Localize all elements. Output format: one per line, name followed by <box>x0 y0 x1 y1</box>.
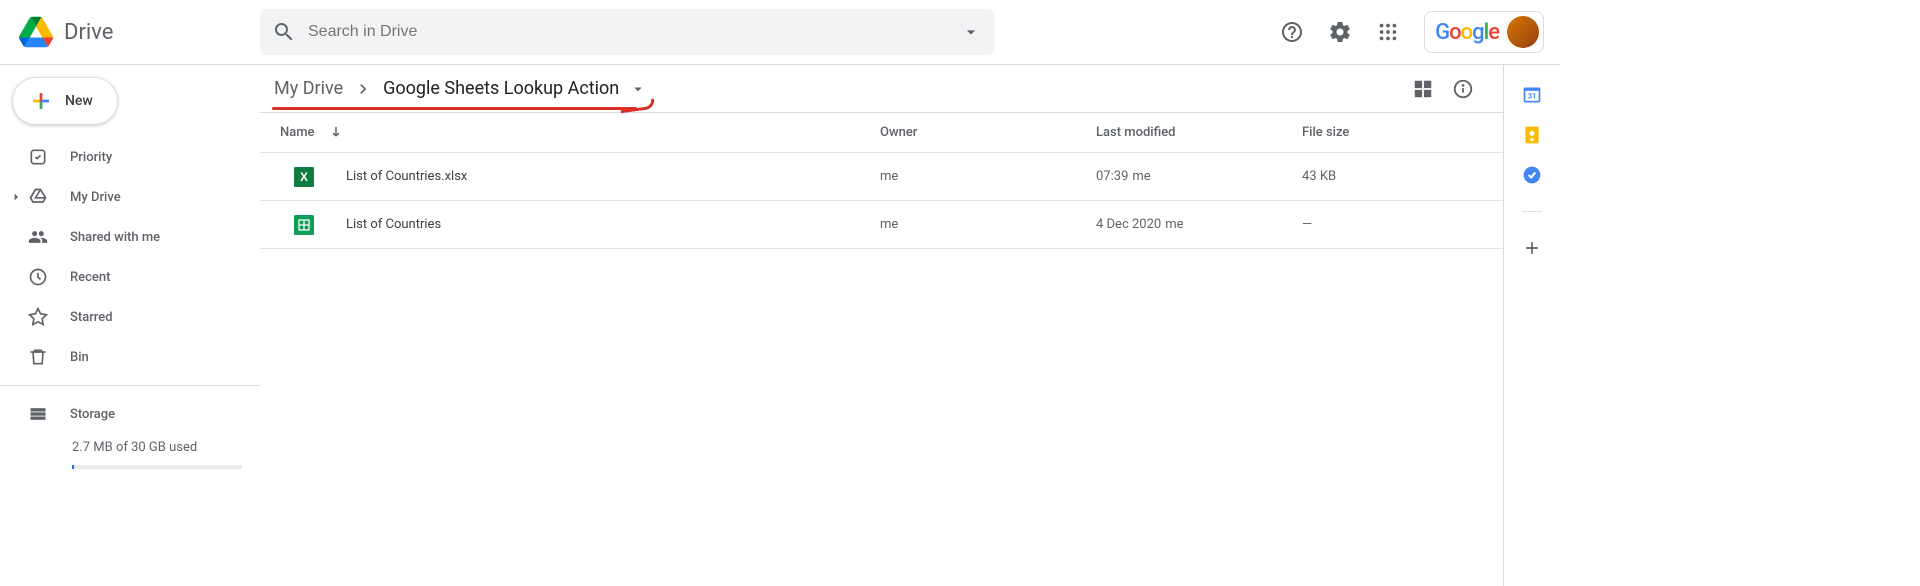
column-header-name[interactable]: Name <box>280 124 880 142</box>
file-modified: 4 Dec 2020me <box>1096 217 1302 232</box>
column-header-size[interactable]: File size <box>1302 125 1483 140</box>
table-row[interactable]: X List of Countries.xlsx me 07:39me 43 K… <box>260 153 1503 201</box>
new-button[interactable]: New <box>12 77 118 125</box>
storage-icon <box>26 402 50 426</box>
keep-icon[interactable] <box>1522 125 1542 145</box>
file-owner: me <box>880 169 1096 184</box>
excel-file-icon: X <box>294 167 314 187</box>
main-content: My Drive Google Sheets Lookup Action <box>260 65 1504 586</box>
sidebar-item-storage[interactable]: Storage <box>0 394 260 434</box>
settings-icon[interactable] <box>1320 12 1360 52</box>
chevron-right-icon <box>353 79 373 99</box>
sidebar-item-priority[interactable]: Priority <box>0 137 260 177</box>
annotation-underline <box>272 107 637 110</box>
info-icon[interactable] <box>1443 69 1483 109</box>
sidebar-item-label: Storage <box>70 407 115 422</box>
column-header-modified[interactable]: Last modified <box>1096 125 1302 140</box>
google-account-switcher[interactable]: Google <box>1424 11 1544 53</box>
sidebar-item-recent[interactable]: Recent <box>0 257 260 297</box>
sidebar-item-my-drive[interactable]: My Drive <box>0 177 260 217</box>
star-icon <box>26 305 50 329</box>
search-icon[interactable] <box>272 20 296 44</box>
breadcrumb-current[interactable]: Google Sheets Lookup Action <box>381 76 621 101</box>
table-row[interactable]: List of Countries me 4 Dec 2020me — <box>260 201 1503 249</box>
breadcrumb-root[interactable]: My Drive <box>272 76 345 101</box>
google-logo-text: Google <box>1435 20 1499 45</box>
sidebar-item-bin[interactable]: Bin <box>0 337 260 377</box>
app-header: Drive Google <box>0 0 1560 64</box>
bin-icon <box>26 345 50 369</box>
file-name: List of Countries <box>346 217 441 232</box>
table-header: Name Owner Last modified File size <box>260 113 1503 153</box>
sidebar-item-label: Starred <box>70 310 113 325</box>
priority-icon <box>26 145 50 169</box>
new-button-label: New <box>65 93 93 109</box>
add-addon-icon[interactable] <box>1522 238 1542 258</box>
calendar-icon[interactable]: 31 <box>1522 85 1542 105</box>
app-title: Drive <box>64 20 113 45</box>
sidebar-item-label: Shared with me <box>70 230 160 245</box>
search-input[interactable] <box>296 23 959 41</box>
search-bar[interactable] <box>260 9 995 55</box>
drive-logo-icon <box>16 12 56 52</box>
column-header-owner[interactable]: Owner <box>880 125 1096 140</box>
dropdown-icon[interactable] <box>629 80 647 98</box>
my-drive-icon <box>26 185 50 209</box>
svg-text:X: X <box>300 171 308 184</box>
sheets-file-icon <box>294 215 314 235</box>
tasks-icon[interactable] <box>1522 165 1542 185</box>
recent-icon <box>26 265 50 289</box>
sidebar-item-label: Recent <box>70 270 110 285</box>
file-table: Name Owner Last modified File size X Lis… <box>260 113 1503 249</box>
file-name: List of Countries.xlsx <box>346 169 467 184</box>
file-size: — <box>1302 217 1483 232</box>
user-avatar[interactable] <box>1507 16 1539 48</box>
storage-usage-text: 2.7 MB of 30 GB used <box>0 434 260 461</box>
sort-arrow-down-icon <box>327 124 345 142</box>
file-size: 43 KB <box>1302 169 1483 184</box>
sidebar-item-label: My Drive <box>70 190 121 205</box>
file-modified: 07:39me <box>1096 169 1302 184</box>
search-options-dropdown-icon[interactable] <box>959 20 983 44</box>
header-actions: Google <box>1272 11 1544 53</box>
shared-icon <box>26 225 50 249</box>
apps-grid-icon[interactable] <box>1368 12 1408 52</box>
sidebar: New Priority My Drive Shared with me Rec… <box>0 65 260 586</box>
side-panel: 31 <box>1504 65 1560 586</box>
grid-view-icon[interactable] <box>1403 69 1443 109</box>
logo-area[interactable]: Drive <box>16 12 260 52</box>
sidebar-item-label: Priority <box>70 150 112 165</box>
storage-usage-bar <box>72 465 242 469</box>
help-icon[interactable] <box>1272 12 1312 52</box>
sidebar-item-label: Bin <box>70 350 89 365</box>
svg-text:31: 31 <box>1528 91 1537 100</box>
file-owner: me <box>880 217 1096 232</box>
toolbar: My Drive Google Sheets Lookup Action <box>260 65 1503 113</box>
sidebar-item-starred[interactable]: Starred <box>0 297 260 337</box>
breadcrumb: My Drive Google Sheets Lookup Action <box>272 76 647 101</box>
expand-icon[interactable] <box>8 189 26 205</box>
sidebar-item-shared[interactable]: Shared with me <box>0 217 260 257</box>
